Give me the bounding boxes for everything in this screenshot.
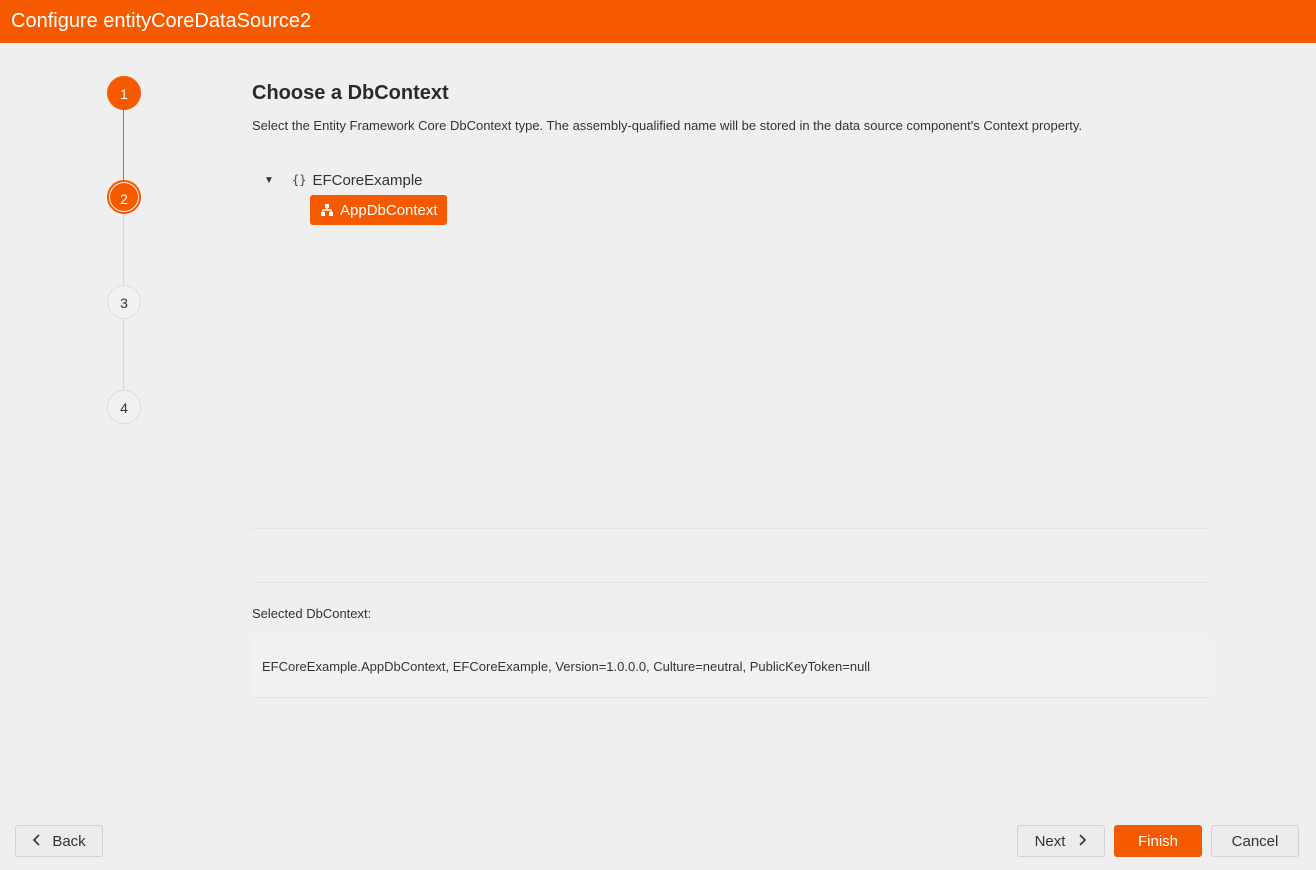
section-divider: [252, 582, 1210, 583]
page-title: Choose a DbContext: [252, 82, 449, 104]
selected-dbcontext-value: EFCoreExample.AppDbContext, EFCoreExampl…: [252, 636, 1210, 698]
step-1[interactable]: 1: [107, 76, 141, 110]
next-button-label: Next: [1034, 832, 1066, 850]
finish-button[interactable]: Finish: [1114, 825, 1202, 857]
chevron-left-icon: [32, 833, 42, 849]
chevron-right-icon: [1077, 833, 1087, 849]
back-button[interactable]: Back: [15, 825, 103, 857]
window-title: Configure entityCoreDataSource2: [0, 0, 1316, 43]
page-description: Select the Entity Framework Core DbConte…: [252, 118, 1083, 133]
tree-node-namespace[interactable]: ▼ {} EFCoreExample: [264, 170, 423, 190]
selected-dbcontext-label: Selected DbContext:: [252, 606, 372, 621]
dbcontext-tree: ▼ {} EFCoreExample AppDbContext: [252, 152, 1210, 529]
next-button[interactable]: Next: [1017, 825, 1105, 857]
wizard-stepper: 1 2 3 4: [106, 76, 142, 426]
expand-toggle-icon[interactable]: ▼: [264, 175, 276, 186]
class-label: AppDbContext: [340, 201, 438, 219]
namespace-label: EFCoreExample: [312, 171, 423, 189]
step-connector-2-3: [123, 214, 124, 286]
step-2[interactable]: 2: [107, 180, 141, 214]
step-connector-3-4: [123, 319, 124, 391]
namespace-icon: {}: [292, 173, 307, 187]
cancel-button[interactable]: Cancel: [1211, 825, 1299, 857]
step-3[interactable]: 3: [107, 285, 141, 319]
step-4[interactable]: 4: [107, 390, 141, 424]
class-hierarchy-icon: [320, 203, 334, 217]
back-button-label: Back: [52, 832, 86, 850]
tree-node-appdbcontext[interactable]: AppDbContext: [310, 195, 447, 225]
step-connector-1-2: [123, 110, 124, 182]
